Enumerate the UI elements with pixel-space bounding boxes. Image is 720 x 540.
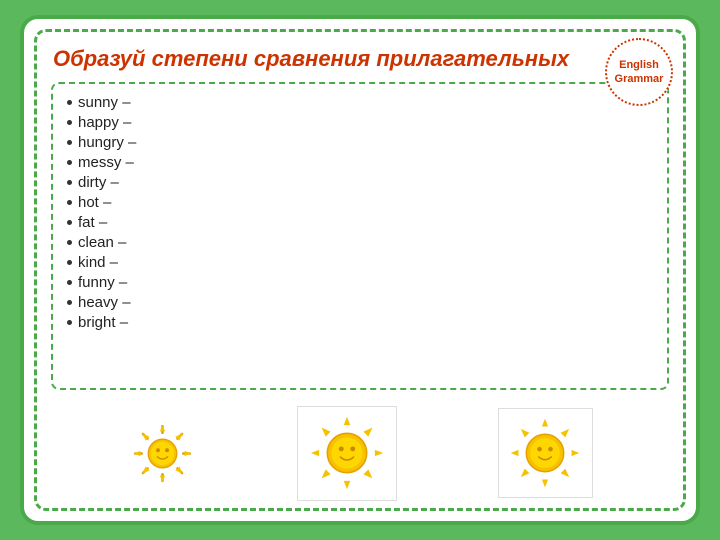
bullet-icon bbox=[67, 280, 72, 285]
bullet-icon bbox=[67, 160, 72, 165]
list-item: heavy – bbox=[67, 294, 653, 311]
sun-1 bbox=[127, 418, 197, 488]
bullet-icon bbox=[67, 240, 72, 245]
word-list: sunny – happy – hungry – messy – dirty – hot … bbox=[67, 94, 653, 331]
word-text: hot – bbox=[78, 194, 111, 211]
list-item: bright – bbox=[67, 314, 653, 331]
list-item: hungry – bbox=[67, 134, 653, 151]
list-item: sunny – bbox=[67, 94, 653, 111]
badge-line2: Grammar bbox=[615, 72, 664, 86]
list-item: fat – bbox=[67, 214, 653, 231]
word-text: bright – bbox=[78, 314, 128, 331]
sun-2-bg bbox=[297, 406, 397, 501]
content-box: sunny – happy – hungry – messy – dirty – hot … bbox=[51, 82, 669, 390]
word-text: kind – bbox=[78, 254, 118, 271]
bullet-icon bbox=[67, 320, 72, 325]
outer-card: Образуй степени сравнения прилагательных… bbox=[20, 15, 700, 525]
page-title: Образуй степени сравнения прилагательных bbox=[53, 46, 569, 72]
list-item: clean – bbox=[67, 234, 653, 251]
word-text: dirty – bbox=[78, 174, 119, 191]
bullet-icon bbox=[67, 140, 72, 145]
badge-line1: English bbox=[619, 58, 659, 72]
word-text: fat – bbox=[78, 214, 107, 231]
suns-area bbox=[37, 398, 683, 508]
sun-icon-1 bbox=[130, 421, 195, 486]
sun-icon-2 bbox=[306, 412, 388, 494]
bullet-icon bbox=[67, 200, 72, 205]
list-item: happy – bbox=[67, 114, 653, 131]
list-item: dirty – bbox=[67, 174, 653, 191]
list-item: funny – bbox=[67, 274, 653, 291]
word-text: happy – bbox=[78, 114, 131, 131]
word-text: clean – bbox=[78, 234, 126, 251]
list-item: messy – bbox=[67, 154, 653, 171]
inner-card: Образуй степени сравнения прилагательных… bbox=[34, 29, 686, 511]
sun-icon-3 bbox=[506, 414, 584, 492]
bullet-icon bbox=[67, 120, 72, 125]
sun-3-bg bbox=[498, 408, 593, 498]
bullet-icon bbox=[67, 220, 72, 225]
word-text: messy – bbox=[78, 154, 134, 171]
word-text: funny – bbox=[78, 274, 127, 291]
bullet-icon bbox=[67, 260, 72, 265]
word-text: hungry – bbox=[78, 134, 136, 151]
word-text: sunny – bbox=[78, 94, 131, 111]
title-bar: Образуй степени сравнения прилагательных… bbox=[37, 32, 683, 82]
list-item: kind – bbox=[67, 254, 653, 271]
word-text: heavy – bbox=[78, 294, 131, 311]
bullet-icon bbox=[67, 100, 72, 105]
list-item: hot – bbox=[67, 194, 653, 211]
bullet-icon bbox=[67, 300, 72, 305]
bullet-icon bbox=[67, 180, 72, 185]
grammar-badge: English Grammar bbox=[605, 38, 673, 106]
